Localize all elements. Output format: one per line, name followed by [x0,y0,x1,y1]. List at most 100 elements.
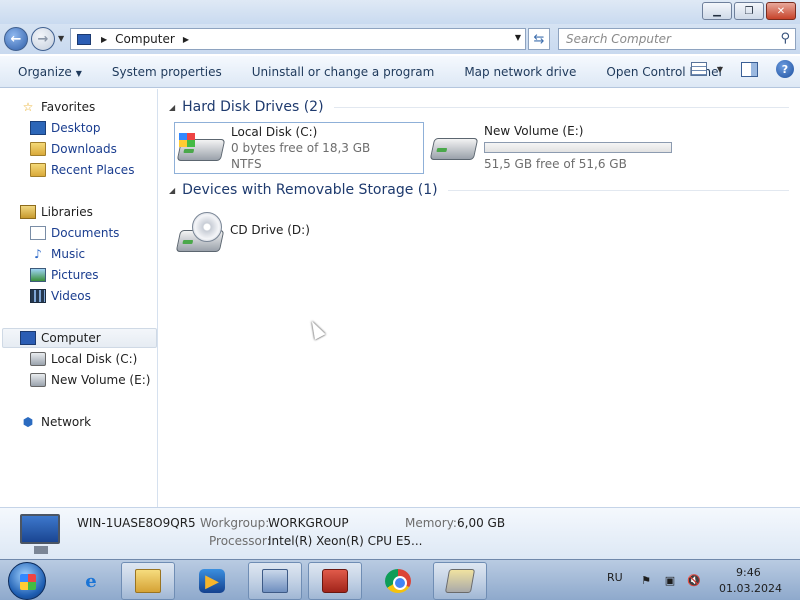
nav-label: Network [41,415,92,429]
drive-free-space: 0 bytes free of 18,3 GB [231,141,371,155]
drive-local-disk-c[interactable]: Local Disk (C:) 0 bytes free of 18,3 GB … [174,122,424,174]
system-info-icon [262,569,288,593]
nav-label: New Volume (E:) [51,373,151,387]
taskbar: e ▶ [0,559,800,600]
drive-name: CD Drive (D:) [230,223,310,237]
nav-music[interactable]: ♪ Music [30,244,85,264]
nav-downloads[interactable]: Downloads [30,139,117,159]
group-title: Devices with Removable Storage (1) [182,182,438,198]
title-bar: ▁ ❐ ✕ [0,0,800,24]
nav-libraries[interactable]: Libraries [20,202,93,222]
nav-recent-places[interactable]: Recent Places [30,160,134,180]
cd-drive-icon [175,212,225,252]
taskbar-toolbox[interactable] [308,562,362,600]
volume-muted-icon[interactable]: 🔇 [687,573,701,587]
workgroup-value: WORKGROUP [268,516,349,530]
help-icon[interactable]: ? [776,60,794,78]
drive-new-volume-e[interactable]: New Volume (E:) 51,5 GB free of 51,6 GB [428,122,688,174]
desktop-icon [30,121,46,135]
internet-explorer-icon: e [85,570,97,592]
language-indicator[interactable]: RU [607,571,623,584]
processor-value: Intel(R) Xeon(R) CPU E5... [268,534,423,548]
address-bar[interactable]: ▶ Computer ▶ ▼ [70,28,526,50]
collapse-icon: ◢ [169,102,176,112]
close-button[interactable]: ✕ [766,2,796,20]
memory-value: 6,00 GB [457,516,506,530]
computer-icon [20,514,60,554]
hard-disk-icon [30,352,46,366]
taskbar-chrome[interactable] [371,562,425,600]
computer-icon [20,331,36,345]
nav-network[interactable]: ⬢ Network [20,412,91,432]
nav-videos[interactable]: Videos [30,286,91,306]
cd-disc-icon [192,212,222,242]
network-status-icon[interactable]: ▣ [663,573,677,587]
nav-label: Documents [51,226,120,240]
nav-desktop[interactable]: Desktop [30,118,101,138]
group-header-hard-disk-drives[interactable]: ◢ Hard Disk Drives (2) [169,97,789,117]
address-row: ← → ▼ ▶ Computer ▶ ▼ ⇆ ⚲ [0,24,800,54]
preview-pane-icon[interactable] [741,61,758,77]
nav-favorites[interactable]: ☆ Favorites [20,97,96,117]
group-title: Hard Disk Drives (2) [182,99,324,115]
start-button[interactable] [8,562,46,600]
navigation-pane: ☆ Favorites Desktop Downloads Recent Pla… [0,89,158,507]
nav-label: Desktop [51,121,101,135]
taskbar-drives[interactable] [433,562,487,600]
back-button[interactable]: ← [4,27,28,51]
clock-date[interactable]: 01.03.2024 [719,582,782,595]
view-dropdown[interactable]: ▼ [717,65,723,74]
search-icon[interactable]: ⚲ [780,31,790,46]
nav-documents[interactable]: Documents [30,223,119,243]
computer-icon [77,33,91,45]
search-box[interactable]: ⚲ [558,28,796,50]
clock-time[interactable]: 9:46 [736,566,761,579]
drive-name: Local Disk (C:) [231,125,318,139]
breadcrumb-separator[interactable]: ▶ [183,35,189,44]
taskbar-windows-explorer[interactable] [121,562,175,600]
search-input[interactable] [566,32,766,46]
hard-disk-shape [429,138,479,160]
divider [447,189,789,191]
music-icon: ♪ [34,247,42,261]
nav-pictures[interactable]: Pictures [30,265,99,285]
refresh-button[interactable]: ⇆ [528,28,550,50]
drives-icon [444,569,476,593]
nav-label: Downloads [51,142,117,156]
chrome-icon [385,569,411,593]
nav-local-disk-c[interactable]: Local Disk (C:) [30,349,137,369]
organize-button[interactable]: Organize ▼ [0,56,97,88]
memory-label: Memory: [405,516,457,530]
minimize-button[interactable]: ▁ [702,2,732,20]
toolbox-icon [322,569,348,593]
breadcrumb-separator[interactable]: ▶ [101,35,107,44]
action-center-flag-icon[interactable]: ⚑ [639,573,653,587]
recent-pages-dropdown[interactable]: ▼ [58,34,64,43]
organize-label: Organize [18,64,72,79]
group-header-removable-storage[interactable]: ◢ Devices with Removable Storage (1) [169,180,789,200]
nav-label: Computer [41,331,101,345]
address-dropdown[interactable]: ▼ [515,33,521,42]
drive-filesystem: NTFS [231,157,262,171]
taskbar-system-information[interactable] [248,562,302,600]
breadcrumb-computer[interactable]: Computer [115,32,175,46]
nav-new-volume-e[interactable]: New Volume (E:) [30,370,150,390]
taskbar-internet-explorer[interactable]: e [64,562,118,600]
maximize-button[interactable]: ❐ [734,2,764,20]
taskbar-media-player[interactable]: ▶ [185,562,239,600]
chevron-down-icon: ▼ [75,68,82,78]
network-icon: ⬢ [22,415,34,429]
nav-computer[interactable]: Computer [2,328,157,348]
folder-icon [135,569,161,593]
drive-free-space: 51,5 GB free of 51,6 GB [484,157,627,171]
command-bar: Organize ▼ System properties Uninstall or… [0,56,800,88]
downloads-folder-icon [30,142,46,156]
map-network-drive-button[interactable]: Map network drive [449,56,591,88]
forward-button[interactable]: → [31,27,55,51]
uninstall-program-button[interactable]: Uninstall or change a program [237,56,450,88]
change-view-icon[interactable] [690,62,707,76]
pictures-icon [30,268,46,282]
drive-cd-d[interactable]: CD Drive (D:) [174,206,374,258]
system-properties-button[interactable]: System properties [97,56,237,88]
library-icon [20,205,36,219]
